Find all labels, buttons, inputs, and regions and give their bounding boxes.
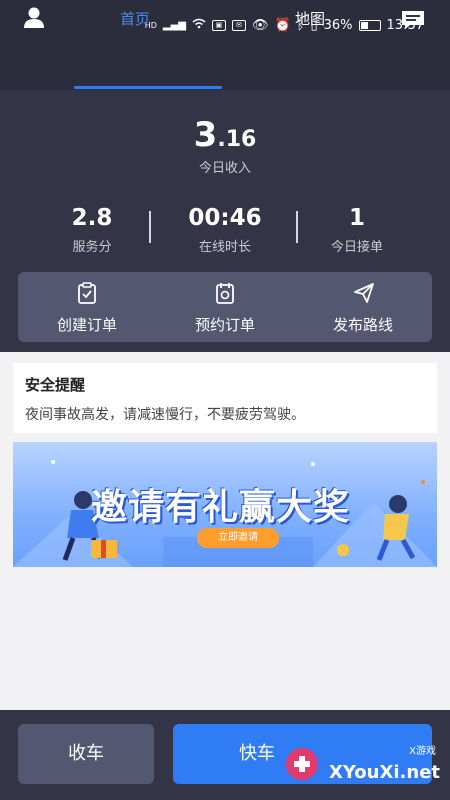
service-score-value: 2.8 (71, 205, 113, 231)
today-income-value: 3.16 (193, 115, 257, 155)
stop-service-button[interactable]: 收车 (18, 724, 154, 784)
tab-home-indicator (74, 86, 222, 89)
today-income-label: 今日收入 (198, 161, 251, 176)
banner-title: 邀请有礼赢大奖 (91, 487, 351, 528)
online-time-label: 在线时长 (198, 240, 251, 255)
tab-home[interactable]: 首页 (90, 8, 180, 29)
publish-route-button[interactable]: 发布路线 (294, 272, 432, 342)
today-orders-label: 今日接单 (330, 240, 383, 255)
battery-icon (358, 20, 381, 31)
invite-banner[interactable]: 邀请有礼赢大奖 立即邀请 (13, 442, 437, 567)
reserve-order-button[interactable]: 预约订单 (156, 272, 294, 342)
calendar-icon (215, 282, 235, 304)
service-score-label: 服务分 (72, 240, 112, 255)
online-time-value: 00:46 (188, 205, 262, 231)
top-nav (0, 50, 450, 90)
app-notification-icon: ▣ (211, 20, 226, 31)
safety-reminder-card: 安全提醒 夜间事故高发，请减速慢行，不要疲劳驾驶。 (13, 363, 437, 433)
tab-map[interactable]: 地图 (265, 8, 355, 29)
status-bar: HD ▂▄▆ ▣ ✉ 👁 ⏰ ᛒ ▯ 36% 13:37 (0, 0, 450, 50)
wifi-icon (192, 18, 206, 33)
watermark-small-text: X游戏 (409, 746, 436, 757)
create-order-button[interactable]: 创建订单 (18, 272, 156, 342)
invite-now-button[interactable]: 立即邀请 (197, 528, 279, 548)
watermark-text: XYouXi.net (329, 762, 440, 783)
user-icon[interactable] (22, 6, 46, 30)
quick-actions-panel: 创建订单 预约订单 发布路线 (18, 272, 432, 342)
send-icon (353, 282, 374, 304)
safety-text: 夜间事故高发，请减速慢行，不要疲劳驾驶。 (25, 407, 305, 423)
message-icon[interactable] (400, 10, 426, 30)
mail-icon: ✉ (231, 20, 246, 31)
watermark-logo (286, 748, 318, 780)
clipboard-icon (77, 282, 97, 304)
safety-title: 安全提醒 (25, 376, 86, 394)
today-orders-value: 1 (348, 205, 365, 231)
